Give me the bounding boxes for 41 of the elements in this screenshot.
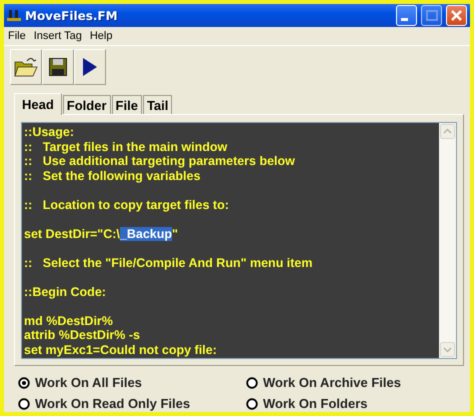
code-line: :: Target files in the main window [24,140,228,154]
code-line: :: Location to copy target files to: [24,198,230,212]
scroll-up-icon [440,124,455,139]
code-line: ::Usage: [24,125,76,140]
app-icon [7,8,21,22]
code-line: :: Select the "File/Compile And Run" menu item [24,256,314,270]
tab[interactable]: Folder [62,95,111,114]
open-button[interactable] [10,49,42,85]
maximize-button[interactable] [421,5,442,26]
code-line: md %DestDir% [24,314,114,328]
code-line: set myExc1=Could not copy file: [24,342,218,357]
radio-option[interactable]: Work On All Files [18,375,246,390]
close-button[interactable] [446,5,467,26]
radio-button[interactable] [18,398,30,410]
scrollbar[interactable] [439,123,456,358]
code-line: :: Use additional targeting parameters below [24,154,296,168]
minimize-button[interactable] [396,5,417,26]
play-icon [83,58,97,76]
code-line: attrib %DestDir% -s [24,328,141,342]
radio-button[interactable] [246,376,258,388]
close-icon [451,10,462,21]
scroll-down-icon [440,342,455,357]
radio-option[interactable]: Work On Archive Files [246,375,470,390]
run-button[interactable] [74,49,106,85]
menu-item[interactable]: File [6,30,32,42]
code-line: :: Set the following variables [24,168,202,183]
tab[interactable]: Tail [142,95,172,114]
radio-option[interactable]: Work On Read Only Files [18,396,246,411]
radio-button[interactable] [18,376,30,388]
folder-icon [14,56,38,78]
code-line: ::Begin Code: [24,284,107,299]
radio-option[interactable]: Work On Folders [246,396,470,411]
window-title: MoveFiles.FM [25,8,118,22]
minimize-icon [401,18,408,21]
maximize-icon [426,10,438,21]
radio-button[interactable] [246,398,258,410]
tab[interactable]: File [112,95,142,114]
menu-item[interactable]: Help [88,30,118,42]
save-button[interactable] [42,49,74,85]
menu-item[interactable]: Insert Tag [32,30,88,42]
tab[interactable]: Head [14,93,62,115]
